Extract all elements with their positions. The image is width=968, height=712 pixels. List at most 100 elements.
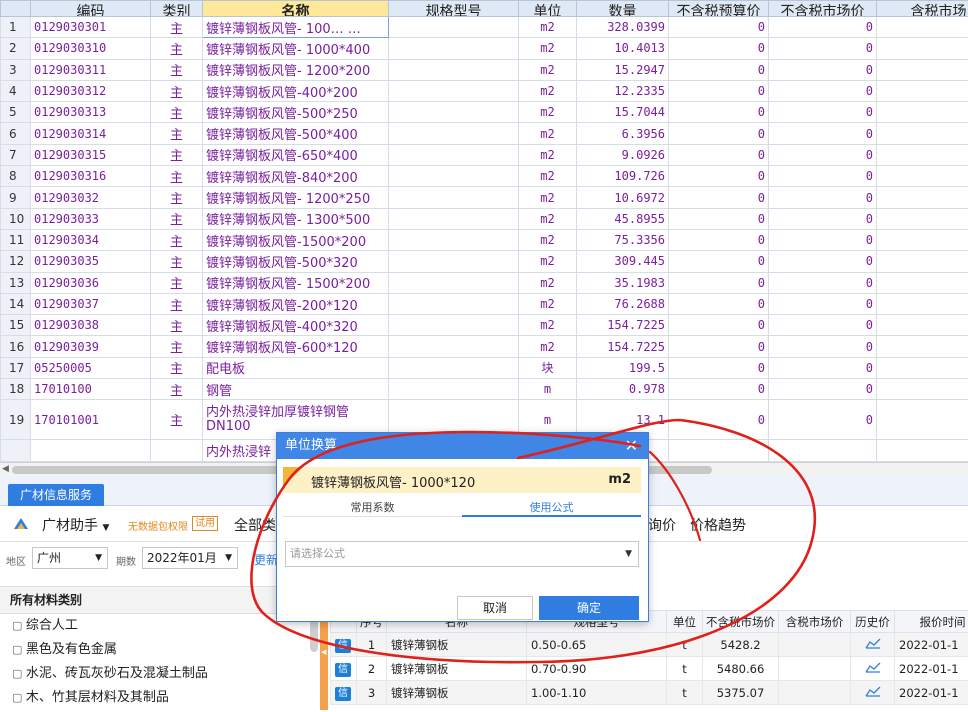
spec-cell[interactable] [388,378,519,401]
mat-unit[interactable]: t [666,656,703,681]
mat-name[interactable]: 镀锌薄钢板 [386,632,527,657]
mat-unit[interactable]: t [666,680,703,705]
market-price-cell[interactable]: 0 [768,292,877,316]
category-cell[interactable]: 主 [150,314,203,337]
quantity-cell[interactable]: 45.8955 [576,207,669,230]
mat-history[interactable] [850,632,895,657]
category-cell[interactable]: 主 [150,207,203,230]
cancel-button[interactable]: 取消 [457,596,533,620]
mat-tax-price[interactable] [778,656,851,681]
market-price-cell[interactable]: 0 [768,143,877,167]
tax-price-cell[interactable] [876,186,968,209]
table-row[interactable]: 15 012903038 主镀锌薄钢板风管-400*320 m2 154.7225 0 0 [0,314,968,337]
category-cell[interactable]: 主 [150,356,203,380]
code-cell[interactable]: 012903037 [30,292,151,316]
table-row[interactable]: 11 012903034 主镀锌薄钢板风管-1500*200 m2 75.3356 0 0 [0,228,968,252]
code-cell[interactable]: 0129030301 [30,15,151,39]
code-cell[interactable]: 170101001 [30,399,151,441]
row-number[interactable]: 3 [0,58,31,81]
category-cell[interactable]: 主 [150,58,203,81]
table-row[interactable]: 10 012903033 主镀锌薄钢板风管- 1300*500 m2 45.8955 0 0 [0,207,968,230]
quantity-cell[interactable]: 12.2335 [576,79,669,103]
mat-col-header-date[interactable]: 报价时间 [894,610,968,633]
col-header-category[interactable]: 类别 [150,0,203,17]
spec-cell[interactable] [388,292,519,316]
spec-cell[interactable] [388,250,519,273]
row-number[interactable]: 16 [0,335,31,358]
tax-price-cell[interactable] [876,122,968,145]
category-item[interactable]: ▢ 黑色及有色金属 [0,638,320,662]
unit-cell[interactable]: m2 [518,335,577,358]
category-cell[interactable]: 主 [150,378,203,401]
budget-price-cell[interactable]: 0 [668,165,769,188]
budget-price-cell[interactable]: 0 [668,122,769,145]
row-number[interactable]: 1 [0,15,31,39]
quantity-cell[interactable]: 154.7225 [576,314,669,337]
budget-price-cell[interactable]: 0 [668,101,769,124]
info-badge[interactable]: 信 [330,680,357,705]
mat-col-header-tax-price[interactable]: 含税市场价 [778,610,851,633]
quantity-cell[interactable]: 35.1983 [576,271,669,294]
mat-spec[interactable]: 0.50-0.65 [526,632,667,657]
code-cell[interactable]: 012903035 [30,250,151,273]
spec-cell[interactable] [388,356,519,380]
table-row[interactable]: 14 012903037 主镀锌薄钢板风管-200*120 m2 76.2688 0 0 [0,292,968,316]
collapse-handle[interactable]: ◀ [320,610,328,710]
category-cell[interactable]: 主 [150,335,203,358]
market-price-cell[interactable]: 0 [768,186,877,209]
category-item[interactable]: ▢ 水泥、砖瓦灰砂石及混凝土制品 [0,662,320,686]
row-number[interactable] [0,439,31,462]
mat-col-header-history[interactable]: 历史价 [850,610,895,633]
mat-history[interactable] [850,680,895,705]
name-cell[interactable]: 镀锌薄钢板风管-200*120 [202,292,389,316]
code-cell[interactable]: 0129030313 [30,101,151,124]
market-price-cell[interactable]: 0 [768,314,877,337]
row-number[interactable]: 15 [0,314,31,337]
row-number[interactable]: 8 [0,165,31,188]
row-number[interactable]: 11 [0,228,31,252]
trial-badge[interactable]: 试用 [192,516,218,531]
inquiry-link[interactable]: 询价 [648,515,676,535]
tax-price-cell[interactable] [876,101,968,124]
row-number[interactable]: 14 [0,292,31,316]
budget-price-cell[interactable]: 0 [668,228,769,252]
budget-price-cell[interactable]: 0 [668,37,769,60]
budget-price-cell[interactable]: 0 [668,143,769,167]
market-price-cell[interactable]: 0 [768,37,877,60]
row-number[interactable]: 17 [0,356,31,380]
quantity-cell[interactable]: 199.5 [576,356,669,380]
col-header-quantity[interactable]: 数量 [576,0,669,17]
table-row[interactable]: 5 0129030313 主镀锌薄钢板风管-500*250 m2 15.7044 0 0 [0,101,968,124]
category-cell[interactable]: 主 [150,122,203,145]
code-cell[interactable]: 012903036 [30,271,151,294]
unit-cell[interactable]: m [518,378,577,401]
tax-price-cell[interactable] [876,292,968,316]
material-row[interactable]: 信 1 镀锌薄钢板 0.50-0.65 t 5428.2 2022-01-1 [330,632,968,657]
budget-price-cell[interactable]: 0 [668,271,769,294]
spec-cell[interactable] [388,79,519,103]
spec-cell[interactable] [388,271,519,294]
tax-price-cell[interactable] [876,228,968,252]
quantity-cell[interactable]: 309.445 [576,250,669,273]
row-number[interactable]: 9 [0,186,31,209]
col-header-market-price[interactable]: 不含税市场价 [768,0,877,17]
spec-cell[interactable] [388,122,519,145]
row-number[interactable]: 13 [0,271,31,294]
tab-use-formula[interactable]: 使用公式 [462,499,641,517]
tax-price-cell[interactable] [876,399,968,441]
row-number[interactable]: 7 [0,143,31,167]
code-cell[interactable]: 012903039 [30,335,151,358]
row-number[interactable]: 19 [0,399,31,441]
quantity-cell[interactable]: 10.4013 [576,37,669,60]
tab-material-info-service[interactable]: 广材信息服务 [8,484,105,506]
budget-price-cell[interactable]: 0 [668,79,769,103]
row-number[interactable]: 18 [0,378,31,401]
table-row[interactable]: 3 0129030311 主镀锌薄钢板风管- 1200*200 m2 15.2947 0 0 [0,58,968,81]
mat-date[interactable]: 2022-01-1 [894,680,968,705]
name-cell[interactable]: 镀锌薄钢板风管- 1500*200 [202,271,389,294]
budget-price-cell[interactable]: 0 [668,335,769,358]
market-price-cell[interactable]: 0 [768,58,877,81]
budget-price-cell[interactable]: 0 [668,207,769,230]
tax-price-cell[interactable] [876,356,968,380]
period-select[interactable]: 2022年01月 ▼ [142,547,238,569]
